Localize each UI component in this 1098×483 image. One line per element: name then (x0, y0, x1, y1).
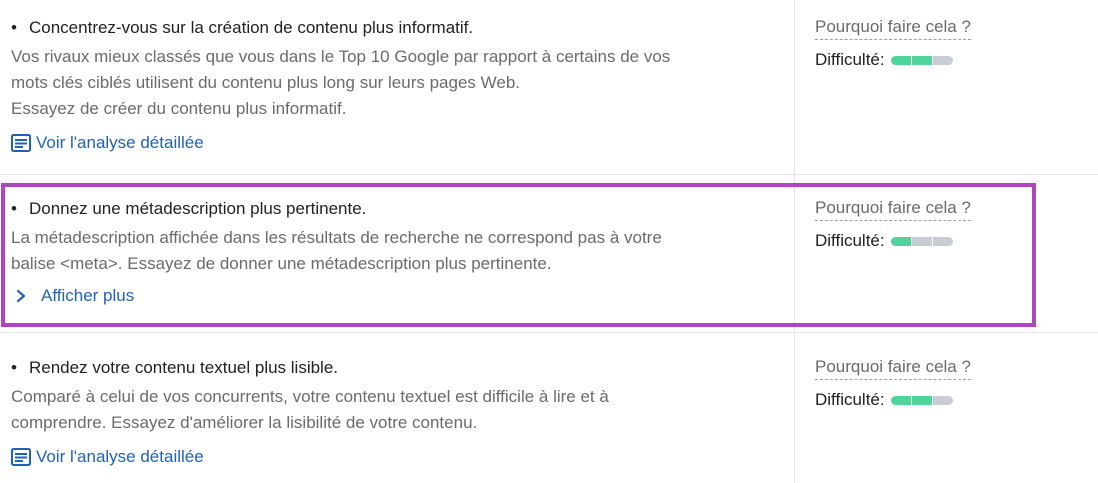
show-more-link[interactable]: Afficher plus (11, 286, 134, 306)
difficulty-bar (890, 236, 953, 246)
recommendation-row-1: • Concentrez-vous sur la création de cont… (0, 0, 1098, 174)
recommendation-main: • Rendez votre contenu textuel plus lisib… (11, 357, 771, 471)
difficulty-segment-filled (911, 55, 932, 65)
difficulty-segment-filled (911, 395, 932, 405)
difficulty-segment-empty (932, 55, 953, 65)
difficulty-segment-filled (890, 55, 911, 65)
difficulty: Difficulté: (815, 390, 971, 410)
difficulty-label: Difficulté: (815, 50, 885, 69)
description-line: balise <meta>. Essayez de donner une mét… (11, 254, 552, 273)
difficulty-segment-empty (932, 236, 953, 246)
difficulty: Difficulté: (815, 231, 971, 251)
difficulty-label: Difficulté: (815, 231, 885, 250)
why-do-this-link[interactable]: Pourquoi faire cela ? (815, 357, 971, 380)
link-label: Voir l'analyse détaillée (36, 133, 204, 152)
description-line: comprendre. Essayez d'améliorer la lisib… (11, 413, 478, 432)
difficulty-segment-empty (911, 236, 932, 246)
bullet-icon: • (11, 358, 17, 377)
detailed-analysis-link[interactable]: Voir l'analyse détaillée (11, 133, 204, 153)
recommendation-main: • Donnez une métadescription plus pertine… (11, 198, 771, 308)
document-icon (11, 448, 31, 466)
description-line: Essayez de créer du contenu plus informa… (11, 99, 347, 118)
difficulty-label: Difficulté: (815, 390, 885, 409)
bullet-icon: • (11, 199, 17, 218)
bullet-icon: • (11, 18, 17, 37)
detailed-analysis-link[interactable]: Voir l'analyse détaillée (11, 447, 204, 467)
description-line: Comparé à celui de vos concurrents, votr… (11, 387, 609, 406)
recommendation-title: • Concentrez-vous sur la création de cont… (11, 18, 474, 37)
recommendation-title: • Rendez votre contenu textuel plus lisib… (11, 358, 339, 377)
link-label: Voir l'analyse détaillée (36, 447, 204, 466)
description-line: La métadescription affichée dans les rés… (11, 228, 662, 247)
chevron-right-icon (16, 289, 26, 303)
recommendation-description: La métadescription affichée dans les rés… (11, 225, 771, 277)
link-label: Afficher plus (41, 286, 135, 305)
recommendation-row-2: • Donnez une métadescription plus pertine… (0, 175, 1098, 332)
recommendation-main: • Concentrez-vous sur la création de cont… (11, 17, 771, 157)
recommendation-title: • Donnez une métadescription plus pertine… (11, 199, 367, 218)
recommendation-description: Comparé à celui de vos concurrents, votr… (11, 384, 771, 436)
difficulty-segment-empty (932, 395, 953, 405)
description-line: mots clés ciblés utilisent du contenu pl… (11, 73, 521, 92)
difficulty-bar (890, 395, 953, 405)
difficulty: Difficulté: (815, 50, 971, 70)
recommendation-side: Pourquoi faire cela ? Difficulté: (815, 17, 971, 70)
recommendation-description: Vos rivaux mieux classés que vous dans l… (11, 44, 771, 122)
why-do-this-link[interactable]: Pourquoi faire cela ? (815, 198, 971, 221)
recommendation-row-3: • Rendez votre contenu textuel plus lisib… (0, 333, 1098, 483)
recommendation-side: Pourquoi faire cela ? Difficulté: (815, 198, 971, 251)
difficulty-segment-filled (890, 395, 911, 405)
difficulty-bar (890, 55, 953, 65)
description-line: Vos rivaux mieux classés que vous dans l… (11, 47, 671, 66)
recommendation-side: Pourquoi faire cela ? Difficulté: (815, 357, 971, 410)
why-do-this-link[interactable]: Pourquoi faire cela ? (815, 17, 971, 40)
difficulty-segment-filled (890, 236, 911, 246)
document-icon (11, 134, 31, 152)
recommendations-list: • Concentrez-vous sur la création de cont… (0, 0, 1098, 483)
